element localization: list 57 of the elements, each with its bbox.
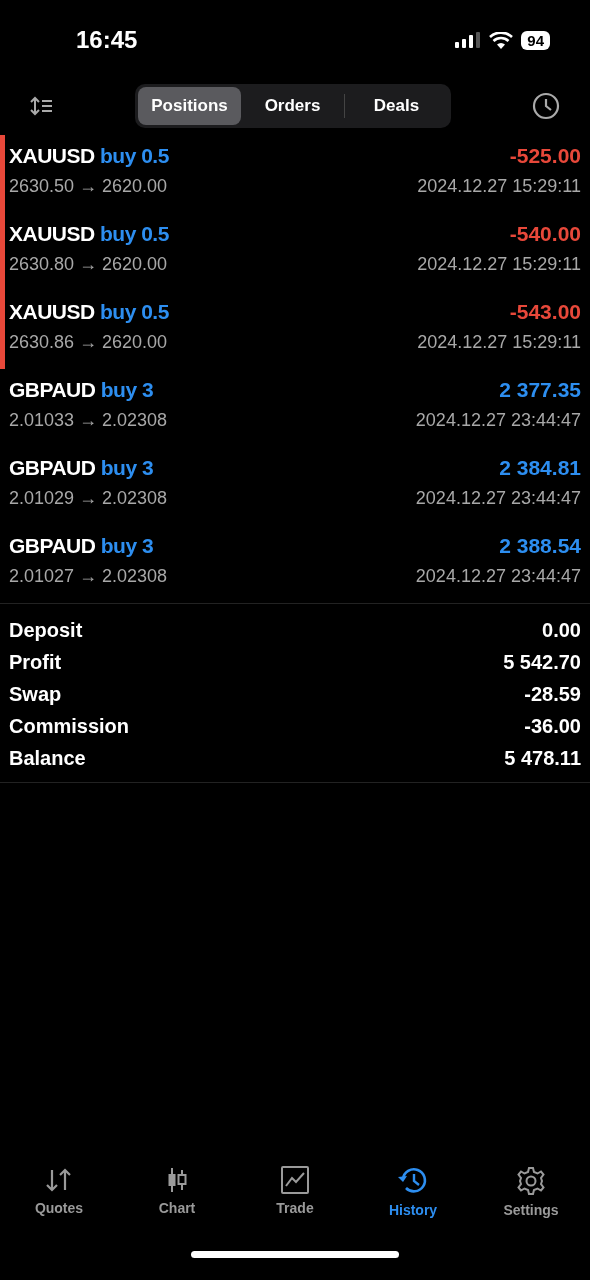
tab[interactable]: Positions (138, 87, 241, 125)
history-icon (397, 1166, 429, 1196)
position-title: XAUUSD buy 0.5 (9, 300, 169, 324)
position-time: 2024.12.27 15:29:11 (417, 254, 581, 275)
position-prices: 2.01033 → 2.02308 (9, 410, 168, 431)
position-row[interactable]: XAUUSD buy 0.5 -543.00 2630.86 → 2620.00 2024.12.27 15:29:11 (0, 291, 590, 369)
line-chart-icon (280, 1166, 310, 1194)
settings-icon (516, 1166, 546, 1196)
position-prices: 2.01027 → 2.02308 (9, 566, 168, 587)
position-time: 2024.12.27 23:44:47 (415, 410, 581, 431)
nav-tab[interactable]: History (363, 1166, 463, 1218)
summary-label: Swap (9, 682, 62, 706)
position-title: XAUUSD buy 0.5 (9, 222, 169, 246)
position-title: GBPAUD buy 3 (9, 378, 154, 402)
tab[interactable]: Orders (241, 87, 344, 125)
summary-value: 5 542.70 (503, 650, 581, 674)
position-profit: -540.00 (509, 222, 581, 246)
wifi-icon (489, 31, 514, 49)
summary-label: Profit (9, 650, 62, 674)
nav-tab[interactable]: Chart (127, 1166, 227, 1218)
position-row[interactable]: GBPAUD buy 3 2 384.81 2.01029 → 2.02308 2024.12.27 23:44:47 (0, 447, 590, 525)
nav-tab[interactable]: Trade (245, 1166, 345, 1218)
position-row[interactable]: XAUUSD buy 0.5 -525.00 2630.50 → 2620.00 2024.12.27 15:29:11 (0, 135, 590, 213)
position-title: XAUUSD buy 0.5 (9, 144, 169, 168)
position-profit: 2 377.35 (499, 378, 581, 402)
position-row[interactable]: GBPAUD buy 3 2 377.35 2.01033 → 2.02308 2024.12.27 23:44:47 (0, 369, 590, 447)
tab[interactable]: Deals (345, 87, 448, 125)
position-profit: 2 384.81 (499, 456, 581, 480)
summary-value: 5 478.11 (504, 746, 581, 770)
position-profit: 2 388.54 (499, 534, 581, 558)
position-title: GBPAUD buy 3 (9, 456, 154, 480)
position-time: 2024.12.27 23:44:47 (415, 488, 581, 509)
position-time: 2024.12.27 15:29:11 (417, 176, 581, 197)
nav-tab[interactable]: Quotes (9, 1166, 109, 1218)
position-profit: -525.00 (509, 144, 581, 168)
position-prices: 2630.50 → 2620.00 (9, 176, 168, 197)
signal-icon (455, 32, 482, 48)
battery-indicator: 94 (521, 30, 550, 50)
position-time: 2024.12.27 23:44:47 (415, 566, 581, 587)
position-prices: 2630.80 → 2620.00 (9, 254, 168, 275)
position-prices: 2.01029 → 2.02308 (9, 488, 168, 509)
sort-icon[interactable] (30, 96, 54, 116)
summary-label: Balance (9, 746, 86, 770)
summary-value: -36.00 (524, 714, 581, 738)
position-title: GBPAUD buy 3 (9, 534, 154, 558)
clock-icon[interactable] (532, 92, 560, 120)
position-row[interactable]: GBPAUD buy 3 2 388.54 2.01027 → 2.02308 2024.12.27 23:44:47 (0, 525, 590, 603)
summary-value: -28.59 (524, 682, 581, 706)
summary-label: Commission (9, 714, 130, 738)
status-time: 16:45 (76, 26, 138, 54)
summary-value: 0.00 (542, 618, 581, 642)
position-time: 2024.12.27 15:29:11 (417, 332, 581, 353)
position-profit: -543.00 (509, 300, 581, 324)
summary-label: Deposit (9, 618, 83, 642)
position-row[interactable]: XAUUSD buy 0.5 -540.00 2630.80 → 2620.00 2024.12.27 15:29:11 (0, 213, 590, 291)
position-prices: 2630.86 → 2620.00 (9, 332, 168, 353)
nav-tab[interactable]: Settings (481, 1166, 581, 1218)
